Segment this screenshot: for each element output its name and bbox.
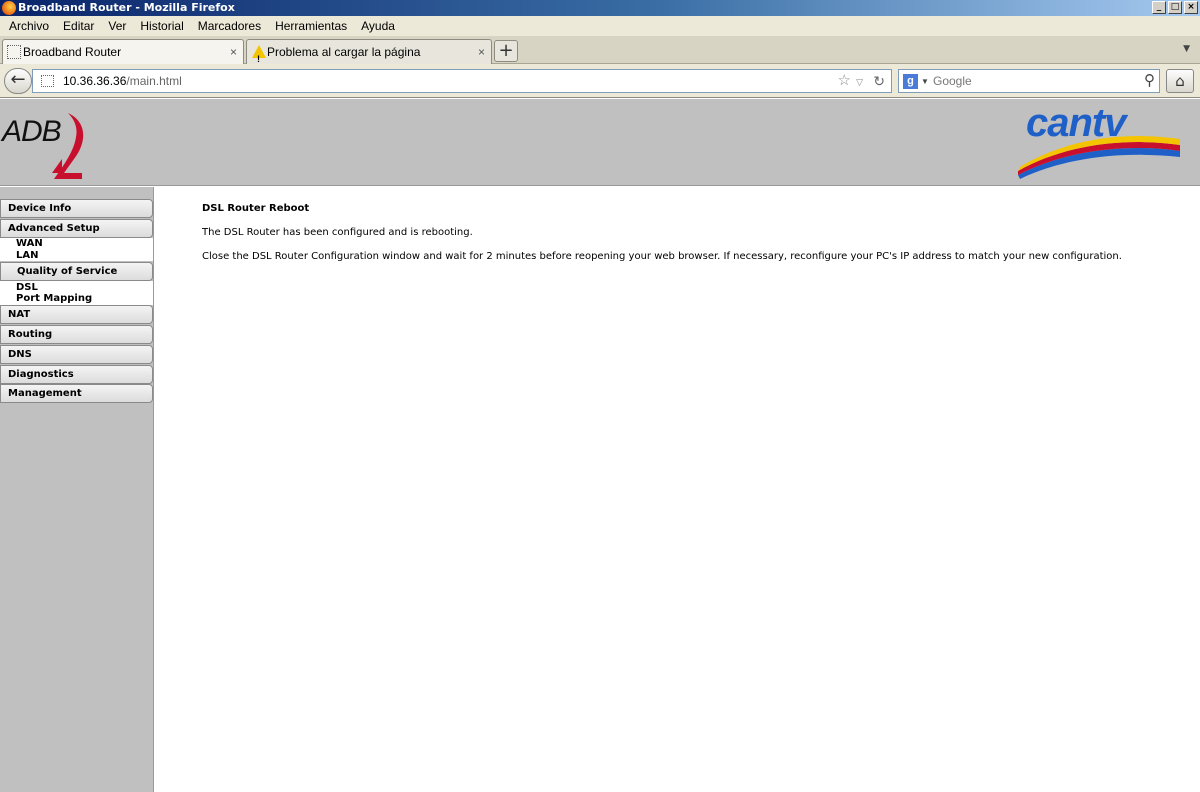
sidebar-item-lan[interactable]: LAN [16, 250, 38, 262]
home-button[interactable]: ⌂ [1166, 69, 1194, 93]
search-input[interactable]: Google [933, 74, 972, 88]
site-identity-icon[interactable] [41, 75, 54, 87]
firefox-icon [2, 1, 16, 15]
menu-editar[interactable]: Editar [56, 19, 101, 33]
sidebar-item-wan[interactable]: WAN [16, 238, 43, 250]
close-button[interactable]: × [1184, 1, 1198, 14]
reboot-message: The DSL Router has been configured and i… [202, 227, 473, 238]
url-host: 10.36.36.36 [63, 74, 127, 88]
page-title: DSL Router Reboot [202, 203, 310, 214]
sidebar-item-management[interactable]: Management [0, 384, 153, 403]
sidebar-item-device-info[interactable]: Device Info [0, 199, 153, 218]
sidebar-item-advanced-setup[interactable]: Advanced Setup [0, 219, 153, 238]
new-tab-button[interactable]: + [494, 40, 518, 62]
search-engine-dropdown-icon[interactable]: ▼ [921, 71, 929, 93]
reboot-instructions: Close the DSL Router Configuration windo… [202, 251, 1122, 262]
sidebar-item-port-mapping[interactable]: Port Mapping [16, 293, 92, 305]
cantv-logo: cantv [1014, 101, 1184, 183]
sidebar-item-diagnostics[interactable]: Diagnostics [0, 365, 153, 384]
sidebar-item-nat[interactable]: NAT [0, 305, 153, 324]
window-controls: _ □ × [1152, 1, 1198, 14]
sidebar-item-routing[interactable]: Routing [0, 325, 153, 344]
search-icon[interactable]: ⚲ [1144, 70, 1155, 92]
google-icon[interactable]: g [903, 74, 918, 89]
menu-archivo[interactable]: Archivo [2, 19, 56, 33]
tab-bar: Broadband Router × Problema al cargar la… [0, 36, 1200, 71]
tab-problema[interactable]: Problema al cargar la página × [246, 39, 492, 71]
menu-ver[interactable]: Ver [101, 19, 133, 33]
tab-label: Broadband Router [23, 45, 122, 59]
url-bar[interactable]: 10.36.36.36/main.html ☆ ▽ ↻ [32, 69, 892, 93]
menu-historial[interactable]: Historial [133, 19, 190, 33]
back-button[interactable]: ← [4, 68, 32, 94]
maximize-button[interactable]: □ [1168, 1, 1182, 14]
main-content: DSL Router Reboot The DSL Router has bee… [162, 187, 1200, 792]
minimize-button[interactable]: _ [1152, 1, 1166, 14]
tab-broadband-router[interactable]: Broadband Router × [2, 39, 244, 64]
url-path: /main.html [126, 74, 182, 88]
router-header: ADB cantv [0, 99, 1200, 186]
sidebar-nav: Device Info Advanced Setup WAN LAN Quali… [0, 187, 154, 792]
navigation-bar: ← 10.36.36.36/main.html ☆ ▽ ↻ g ▼ Google… [0, 64, 1200, 98]
menu-ayuda[interactable]: Ayuda [354, 19, 402, 33]
adb-logo: ADB [2, 107, 92, 179]
history-dropdown-icon[interactable]: ▽ [856, 71, 863, 93]
tabs-dropdown-icon[interactable]: ▼ [1183, 44, 1190, 54]
menu-marcadores[interactable]: Marcadores [191, 19, 268, 33]
menu-bar: Archivo Editar Ver Historial Marcadores … [0, 16, 1200, 36]
sidebar-item-dns[interactable]: DNS [0, 345, 153, 364]
reload-icon[interactable]: ↻ [873, 70, 885, 92]
tab-label: Problema al cargar la página [267, 45, 421, 59]
window-title: Broadband Router - Mozilla Firefox [18, 1, 235, 14]
search-bar[interactable]: g ▼ Google ⚲ [898, 69, 1160, 93]
sidebar-item-qos[interactable]: Quality of Service [0, 262, 153, 281]
window-title-bar: Broadband Router - Mozilla Firefox _ □ × [0, 0, 1200, 16]
menu-herramientas[interactable]: Herramientas [268, 19, 354, 33]
adb-swoosh-icon [52, 113, 84, 179]
page-icon [7, 45, 21, 59]
tab-close-icon[interactable]: × [230, 40, 237, 64]
bookmark-star-icon[interactable]: ☆ [838, 70, 851, 92]
warning-icon [252, 45, 266, 71]
tab-close-icon[interactable]: × [478, 40, 485, 64]
cantv-flag-swoosh-icon [1018, 136, 1180, 179]
